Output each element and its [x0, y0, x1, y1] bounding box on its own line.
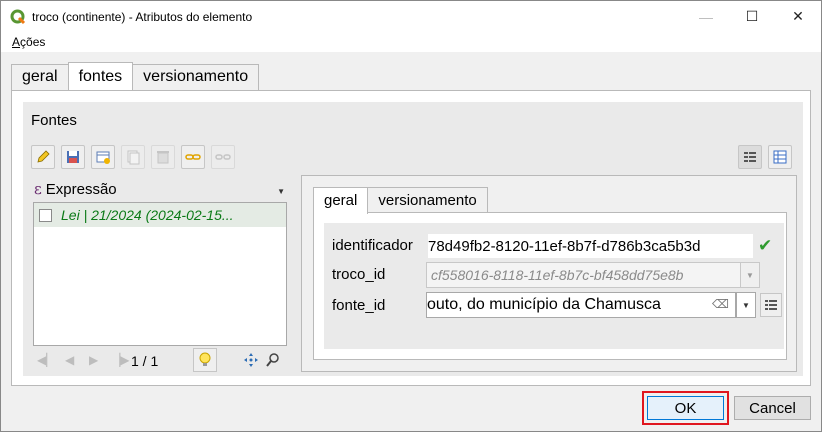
- table-view-icon: [773, 150, 787, 164]
- chevron-down-icon: ▼: [746, 270, 754, 280]
- list-item-label: Lei | 21/2024 (2024-02-15...: [61, 207, 234, 223]
- tab-fontes[interactable]: fontes: [67, 62, 134, 90]
- title-bar: troco (continente) - Atributos do elemen…: [1, 1, 821, 32]
- lightbulb-icon: [199, 352, 211, 366]
- form-view-button[interactable]: [738, 145, 762, 169]
- add-row-icon: [96, 151, 110, 164]
- window-title: troco (continente) - Atributos do elemen…: [32, 9, 253, 24]
- pan-to-feature-icon[interactable]: [243, 352, 259, 368]
- list-item[interactable]: Lei | 21/2024 (2024-02-15...: [34, 203, 286, 227]
- unlink-icon: [215, 154, 231, 160]
- feature-list: Lei | 21/2024 (2024-02-15...: [33, 202, 287, 346]
- expression-selector[interactable]: ε Expressão ▼: [31, 178, 287, 200]
- fonte-id-dropdown-button[interactable]: ▼: [736, 292, 756, 318]
- fonte-id-field[interactable]: outo, do município da Chamusca ⌫: [426, 292, 736, 318]
- feature-list-pane: ε Expressão ▼ Lei | 21/2024 (2024-02-15.…: [31, 176, 287, 372]
- attribute-dialog: troco (continente) - Atributos do elemen…: [0, 0, 822, 432]
- menu-acoes[interactable]: Ações: [12, 35, 45, 49]
- menu-bar: Ações: [1, 32, 821, 52]
- save-icon: [67, 151, 79, 163]
- delete-feature-button[interactable]: [151, 145, 175, 169]
- cancel-button[interactable]: Cancel: [734, 396, 811, 420]
- delete-icon: [157, 151, 169, 164]
- outer-tab-bar: geral fontes versionamento: [11, 62, 260, 91]
- maximize-button[interactable]: ☐: [729, 1, 775, 32]
- fonte-id-open-form-button[interactable]: [760, 293, 782, 317]
- pager: ◀▏ ◀ ▶ ▕▶ 1 / 1: [33, 348, 287, 372]
- fonte-id-label: fonte_id: [332, 297, 386, 314]
- expression-icon: ε: [34, 180, 42, 198]
- open-form-icon: [765, 300, 777, 310]
- next-page-icon[interactable]: ▶: [89, 353, 98, 367]
- highlight-button[interactable]: [193, 348, 217, 372]
- duplicate-feature-button[interactable]: [121, 145, 145, 169]
- tab-inner-geral[interactable]: geral: [313, 187, 369, 214]
- inner-tab-bar: geral versionamento: [313, 187, 488, 214]
- pencil-icon: [37, 150, 50, 163]
- tab-inner-versionamento[interactable]: versionamento: [367, 187, 488, 213]
- link-icon: [185, 154, 201, 160]
- tab-versionamento[interactable]: versionamento: [132, 64, 260, 91]
- ok-button[interactable]: OK: [647, 396, 724, 420]
- minimize-button[interactable]: —: [683, 1, 729, 32]
- chevron-down-icon: ▼: [277, 187, 285, 196]
- feature-form-pane: geral versionamento identificador 78d49f…: [301, 175, 797, 372]
- expression-label: Expressão: [45, 180, 117, 198]
- fonte-id-value: outo, do município da Chamusca: [427, 296, 661, 313]
- inner-geral-panel: identificador 78d49fb2-8120-11ef-8b7f-d7…: [313, 212, 787, 360]
- close-button[interactable]: ✕: [775, 1, 821, 32]
- link-feature-button[interactable]: [181, 145, 205, 169]
- clear-icon[interactable]: ⌫: [712, 297, 729, 311]
- fontes-panel: Fontes ε Expressão ▼ Lei | 21/2024 (2024…: [11, 90, 811, 386]
- first-page-icon[interactable]: ◀▏: [37, 353, 55, 367]
- troco-id-field[interactable]: cf558016-8118-11ef-8b7c-bf458dd75e8b: [426, 262, 744, 288]
- chevron-down-icon: ▼: [742, 300, 750, 310]
- form-view-icon: [744, 152, 756, 162]
- troco-id-dropdown-button[interactable]: ▼: [740, 262, 760, 288]
- toggle-edit-button[interactable]: [31, 145, 55, 169]
- form-fields-group: identificador 78d49fb2-8120-11ef-8b7f-d7…: [324, 223, 784, 349]
- duplicate-icon: [127, 150, 140, 165]
- identificador-label: identificador: [332, 237, 413, 254]
- identificador-field[interactable]: 78d49fb2-8120-11ef-8b7f-d786b3ca5b3d: [428, 234, 753, 258]
- valid-check-icon: ✔: [758, 236, 773, 255]
- list-item-checkbox[interactable]: [39, 208, 52, 222]
- troco-id-label: troco_id: [332, 266, 386, 283]
- save-edits-button[interactable]: [61, 145, 85, 169]
- add-feature-button[interactable]: [91, 145, 115, 169]
- page-indicator: 1 / 1: [131, 353, 159, 369]
- zoom-to-feature-icon[interactable]: [265, 352, 281, 368]
- unlink-feature-button[interactable]: [211, 145, 235, 169]
- fontes-group: Fontes ε Expressão ▼ Lei | 21/2024 (2024…: [23, 102, 803, 376]
- group-title: Fontes: [31, 112, 77, 129]
- table-view-button[interactable]: [768, 145, 792, 169]
- tab-geral[interactable]: geral: [11, 64, 69, 91]
- last-page-icon[interactable]: ▕▶: [111, 353, 129, 367]
- qgis-logo-icon: [10, 9, 26, 24]
- previous-page-icon[interactable]: ◀: [65, 353, 74, 367]
